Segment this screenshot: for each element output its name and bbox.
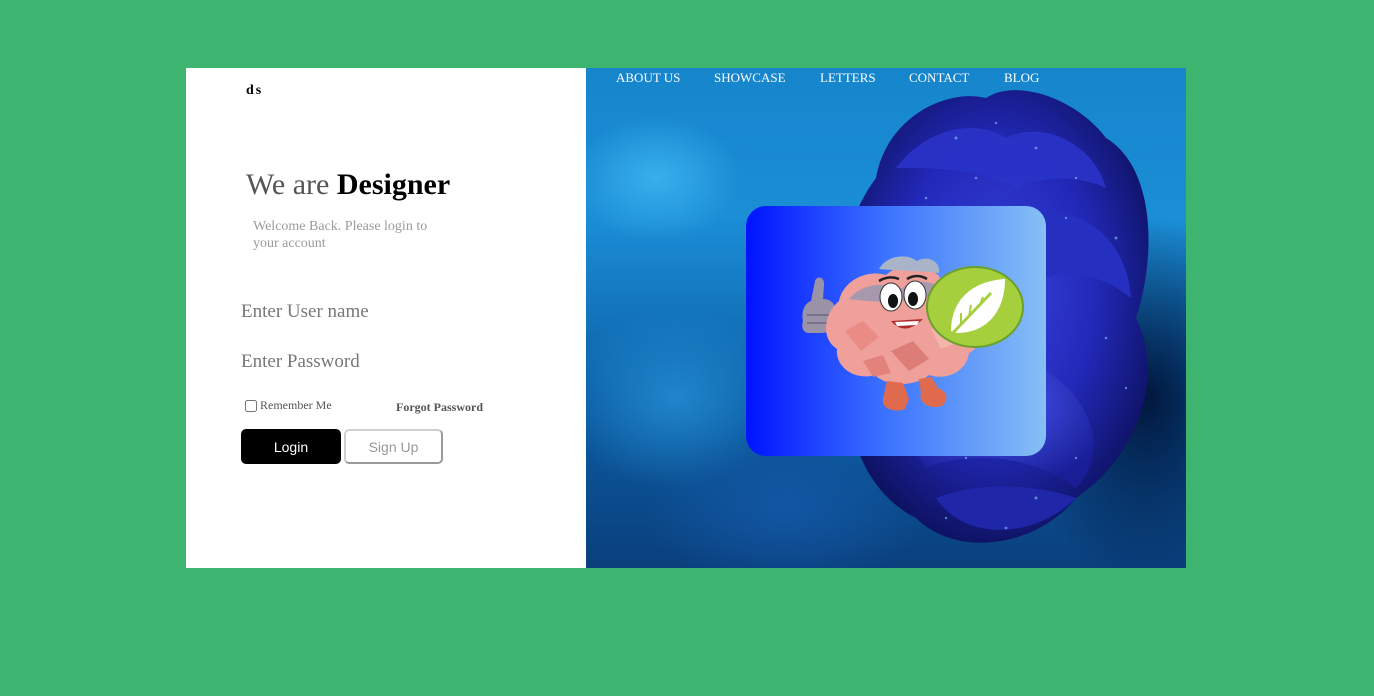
password-input[interactable]: [241, 350, 501, 374]
brain-mascot-with-leaf-icon: [802, 256, 1024, 411]
login-form-section: ds We are Designer Welcome Back. Please …: [186, 68, 586, 568]
logo: ds: [246, 83, 264, 98]
nav-contact[interactable]: CONTACT: [909, 70, 969, 86]
login-panel: ds We are Designer Welcome Back. Please …: [186, 68, 1186, 568]
remember-me[interactable]: Remember Me: [245, 398, 332, 413]
login-button[interactable]: Login: [241, 429, 341, 464]
remember-me-label: Remember Me: [260, 398, 332, 412]
remember-me-checkbox[interactable]: [245, 399, 257, 412]
nav-blog[interactable]: BLOG: [1004, 70, 1039, 86]
page-title: We are Designer: [246, 168, 450, 202]
nav-showcase[interactable]: SHOWCASE: [714, 70, 786, 86]
nav-about-us[interactable]: ABOUT US: [616, 70, 680, 86]
headline-emphasis: Designer: [336, 168, 451, 201]
headline-prefix: We are: [246, 168, 337, 201]
username-input[interactable]: [241, 300, 501, 324]
forgot-password-link[interactable]: Forgot Password: [396, 400, 483, 415]
welcome-text: Welcome Back. Please login to your accou…: [253, 219, 428, 251]
sign-up-button[interactable]: Sign Up: [344, 429, 443, 464]
mascot-card: [746, 206, 1046, 456]
hero-image-section: ABOUT US SHOWCASE LETTERS CONTACT BLOG: [586, 68, 1186, 568]
nav-letters[interactable]: LETTERS: [820, 70, 876, 86]
